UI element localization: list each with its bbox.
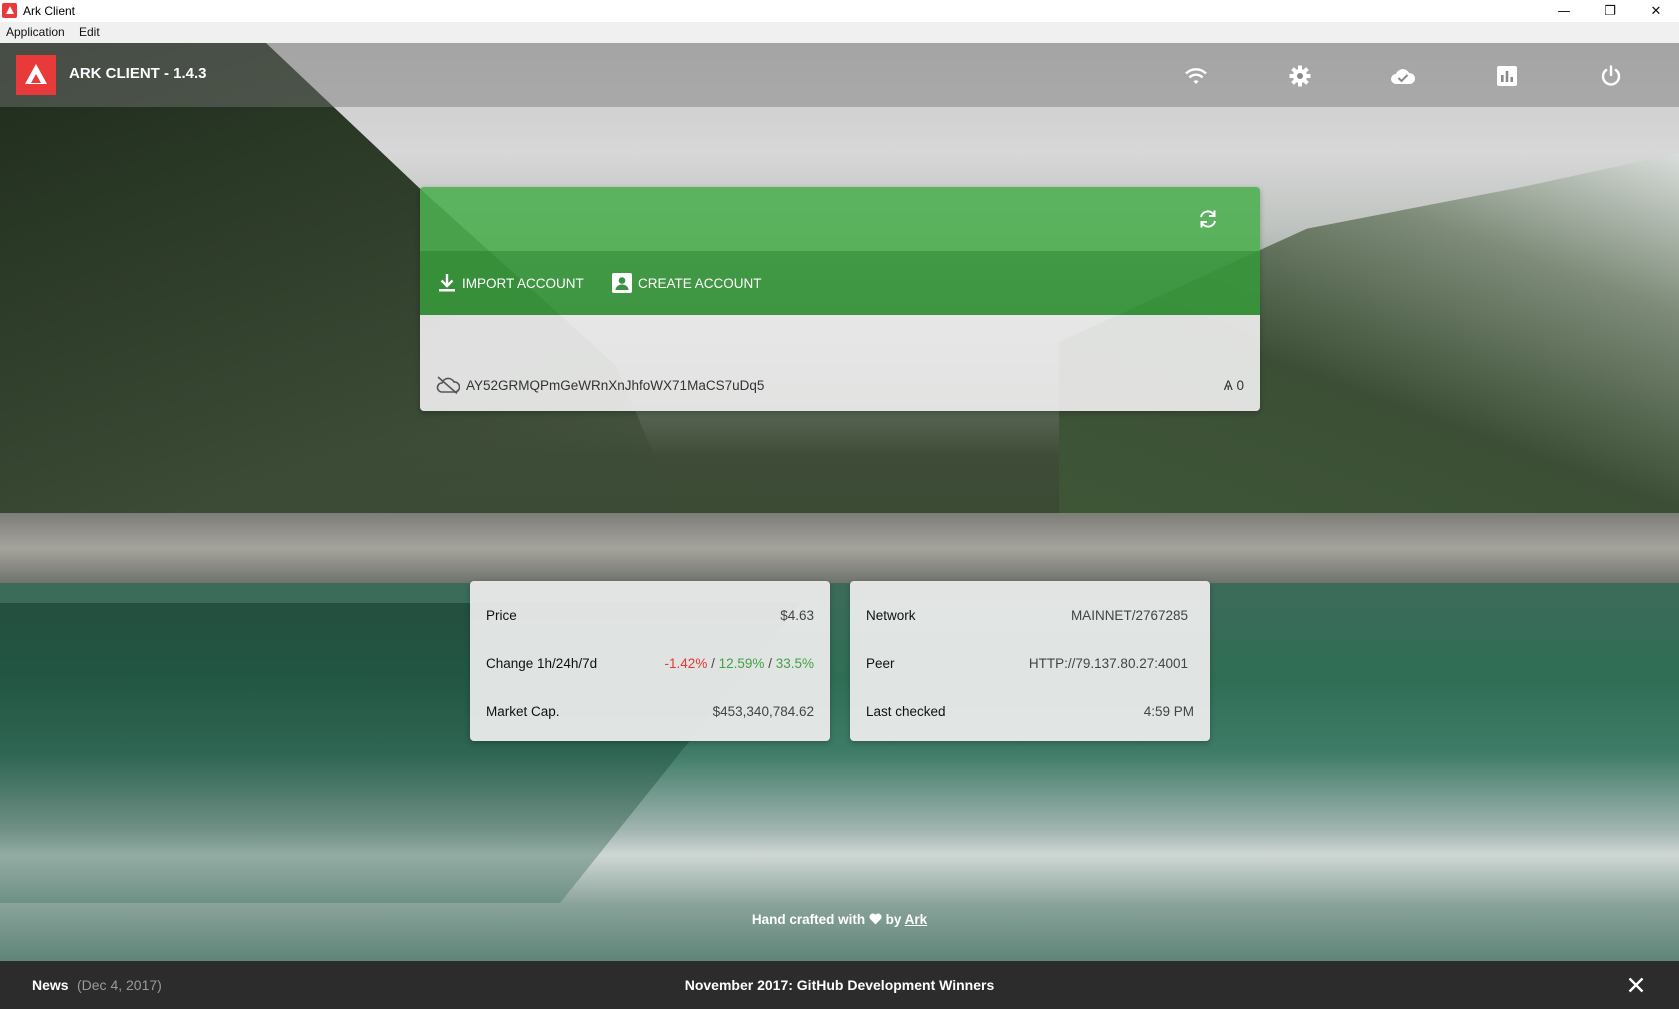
import-account-label: IMPORT ACCOUNT — [462, 275, 584, 291]
app-icon — [2, 3, 17, 18]
change-row: Change 1h/24h/7d -1.42% / 12.59% / 33.5% — [486, 653, 814, 673]
news-bar: News (Dec 4, 2017) November 2017: GitHub… — [0, 961, 1679, 1009]
ark-logo[interactable] — [16, 55, 56, 95]
change-values: -1.42% / 12.59% / 33.5% — [665, 656, 814, 671]
footer-credit: Hand crafted with by Ark — [0, 912, 1679, 927]
last-checked-label: Last checked — [866, 703, 946, 719]
market-cap-value: $453,340,784.62 — [712, 703, 814, 719]
network-row: Network MAINNET/2767285 — [866, 605, 1194, 625]
market-cap-row: Market Cap. $453,340,784.62 — [486, 701, 814, 721]
credit-by: by — [885, 912, 902, 927]
heart-icon — [869, 913, 882, 925]
account-card: IMPORT ACCOUNT CREATE ACCOUNT AY52GRMQPm… — [420, 187, 1260, 411]
network-value: MAINNET/2767285 — [1070, 607, 1188, 623]
price-row: Price $4.63 — [486, 605, 814, 625]
cloud-off-icon — [436, 376, 460, 394]
network-label: Network — [866, 607, 916, 623]
change-separator: / — [711, 655, 715, 671]
peer-row: Peer HTTP://79.137.80.27:4001 — [866, 653, 1194, 673]
maximize-button[interactable]: ❐ — [1587, 0, 1633, 22]
close-news-icon[interactable] — [1624, 973, 1648, 997]
last-checked-value: 4:59 PM — [1143, 703, 1194, 719]
account-balance: Ѧ 0 — [1223, 377, 1244, 393]
network-info-card: Network MAINNET/2767285 Peer HTTP://79.1… — [850, 581, 1210, 741]
credit-prefix: Hand crafted with — [751, 912, 866, 927]
window-titlebar: Ark Client — ❐ ✕ — [0, 0, 1679, 22]
news-label: News — [32, 977, 69, 993]
ark-link[interactable]: Ark — [905, 912, 928, 927]
minimize-button[interactable]: — — [1541, 0, 1587, 22]
peer-value: HTTP://79.137.80.27:4001 — [1028, 655, 1188, 671]
refresh-icon[interactable] — [1196, 207, 1220, 231]
import-account-button[interactable]: IMPORT ACCOUNT — [438, 273, 584, 293]
change-7d: 33.5% — [775, 655, 814, 671]
news-title[interactable]: November 2017: GitHub Development Winner… — [685, 977, 995, 993]
account-box-icon — [612, 273, 632, 293]
price-label: Price — [486, 607, 517, 623]
market-info-card: Price $4.63 Change 1h/24h/7d -1.42% / 12… — [470, 581, 830, 741]
news-title-wrap: November 2017: GitHub Development Winner… — [0, 977, 1679, 993]
app-title: ARK CLIENT - 1.4.3 — [69, 65, 207, 82]
peer-label: Peer — [866, 655, 895, 671]
app-header: ARK CLIENT - 1.4.3 — [0, 43, 1679, 107]
create-account-button[interactable]: CREATE ACCOUNT — [612, 273, 762, 293]
account-card-header — [420, 187, 1260, 251]
account-actions-bar: IMPORT ACCOUNT CREATE ACCOUNT — [420, 251, 1260, 315]
close-window-button[interactable]: ✕ — [1633, 0, 1679, 22]
menu-edit[interactable]: Edit — [79, 25, 100, 39]
change-label: Change 1h/24h/7d — [486, 655, 598, 671]
news-date: (Dec 4, 2017) — [77, 977, 162, 993]
last-checked-row: Last checked 4:59 PM — [866, 701, 1194, 721]
change-1h: -1.42% — [664, 655, 708, 671]
chart-icon[interactable] — [1494, 63, 1520, 89]
change-separator: / — [768, 655, 772, 671]
download-icon — [439, 274, 455, 292]
wifi-icon[interactable] — [1183, 63, 1209, 89]
window-title: Ark Client — [23, 4, 76, 18]
menu-bar: Application Edit — [0, 22, 1679, 43]
account-address[interactable]: AY52GRMQPmGeWRnXnJhfoWX71MaCS7uDq5 — [466, 378, 764, 393]
cloud-check-icon[interactable] — [1390, 63, 1416, 89]
change-24h: 12.59% — [718, 655, 765, 671]
account-list: AY52GRMQPmGeWRnXnJhfoWX71MaCS7uDq5 Ѧ 0 — [420, 315, 1260, 411]
settings-icon[interactable] — [1287, 63, 1313, 89]
background-landscape — [0, 43, 1679, 961]
menu-application[interactable]: Application — [6, 25, 65, 39]
power-icon[interactable] — [1598, 63, 1624, 89]
account-row[interactable]: AY52GRMQPmGeWRnXnJhfoWX71MaCS7uDq5 Ѧ 0 — [436, 375, 1244, 395]
market-cap-label: Market Cap. — [486, 703, 560, 719]
price-value: $4.63 — [780, 607, 814, 623]
create-account-label: CREATE ACCOUNT — [638, 275, 762, 291]
